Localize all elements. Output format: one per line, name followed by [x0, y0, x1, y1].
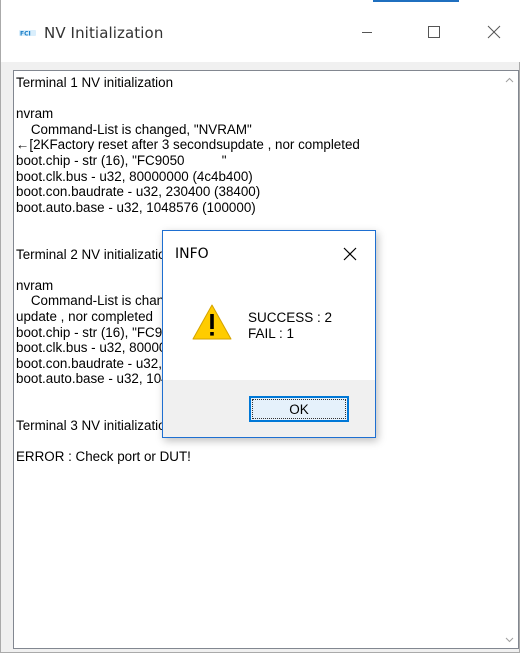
scroll-up-arrow-icon	[505, 77, 514, 82]
minimize-button[interactable]	[344, 12, 390, 52]
app-logo-icon: FCI	[19, 30, 36, 38]
close-icon	[487, 25, 501, 39]
dialog-close-button[interactable]	[337, 241, 363, 267]
close-icon	[343, 247, 357, 261]
info-dialog: INFO SUCCESS : 2 FAIL : 1 OK	[162, 230, 376, 438]
vertical-scrollbar[interactable]	[501, 71, 518, 648]
maximize-button[interactable]	[411, 12, 457, 52]
warning-icon	[192, 304, 232, 340]
close-button[interactable]	[471, 12, 517, 52]
dialog-title: INFO	[175, 246, 209, 262]
title-bar[interactable]: FCI NV Initialization	[1, 0, 520, 62]
taskbar-accent-line	[373, 0, 459, 2]
scroll-down-arrow-icon	[505, 637, 514, 642]
minimize-icon	[362, 32, 372, 33]
maximize-icon	[428, 26, 440, 38]
dialog-button-bar: OK	[163, 380, 375, 437]
ok-button[interactable]: OK	[249, 396, 349, 422]
window-title: NV Initialization	[44, 24, 164, 42]
svg-text:FCI: FCI	[20, 31, 31, 38]
scroll-up-button[interactable]	[501, 71, 518, 88]
dialog-message: SUCCESS : 2 FAIL : 1	[248, 310, 333, 341]
scroll-down-button[interactable]	[501, 631, 518, 648]
